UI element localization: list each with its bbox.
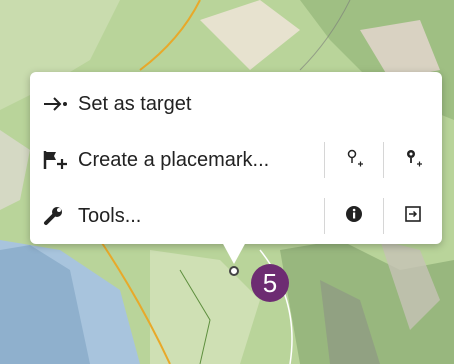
menu-item-set-as-target[interactable]: Set as target [30,76,442,132]
menu-item-tools[interactable]: Tools... [30,188,442,244]
flag-plus-icon [42,148,78,172]
export-box-icon [404,205,422,228]
create-placemark-button[interactable]: Create a placemark... [30,132,269,188]
info-icon [345,205,363,228]
tools-button[interactable]: Tools... [30,188,141,244]
lightbulb-plus-icon [344,148,364,173]
set-as-target-label: Set as target [78,92,192,115]
set-as-target-button[interactable]: Set as target [30,76,191,132]
info-button[interactable] [324,188,383,244]
wrench-icon [42,204,78,228]
gear-pin-plus-icon [403,148,423,173]
menu-item-create-placemark[interactable]: Create a placemark... [30,132,442,188]
tools-label: Tools... [78,204,142,227]
location-pin-marker[interactable] [229,266,239,276]
add-placemark-with-settings-button[interactable] [383,132,442,188]
arrow-right-dot-icon [42,92,78,116]
add-light-placemark-button[interactable] [324,132,383,188]
create-placemark-label: Create a placemark... [78,148,270,171]
step-number-badge: 5 [251,264,289,302]
export-button[interactable] [383,188,442,244]
map-context-popup: Set as target Create a placemark... Tool… [30,72,442,244]
popup-pointer [222,242,246,264]
